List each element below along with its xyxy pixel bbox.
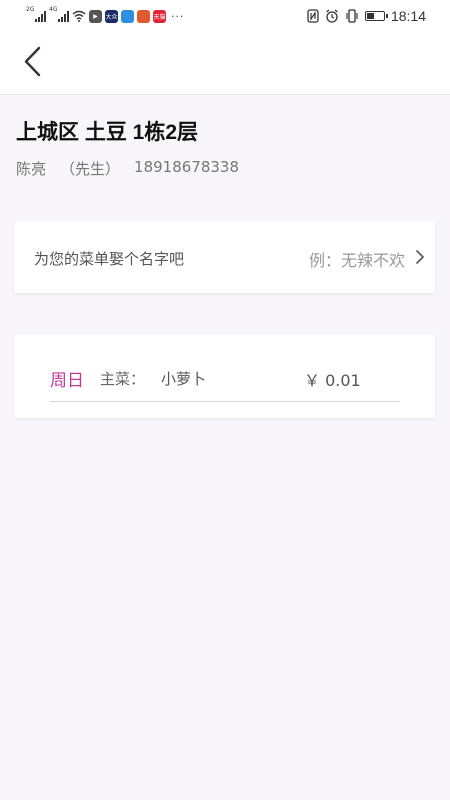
dish-type-label: 主菜：	[100, 370, 146, 388]
back-arrow-icon[interactable]	[18, 44, 48, 80]
dish-price: ￥ 0.01	[304, 371, 361, 390]
menu-name-label: 为您的菜单娶个名字吧	[34, 250, 185, 268]
wifi-icon	[72, 10, 86, 22]
status-bar: 2G 4G ▶ 大众 天猫 ··· 18:14	[0, 0, 450, 32]
status-left: 2G 4G ▶ 大众 天猫 ···	[26, 6, 185, 25]
contact-name: 陈亮	[16, 160, 47, 178]
video-app-icon: ▶	[89, 9, 102, 23]
divider	[50, 401, 400, 402]
battery-icon	[364, 11, 388, 21]
tmall-app-icon: 天猫	[153, 9, 166, 23]
status-right: 18:14	[307, 7, 426, 25]
menu-name-row[interactable]: 为您的菜单娶个名字吧 例：无辣不欢	[14, 221, 435, 293]
blue-app-icon	[121, 9, 134, 23]
nav-header	[0, 32, 450, 95]
signal-4g-icon: 4G	[49, 6, 69, 22]
vibrate-icon	[346, 9, 358, 23]
delivery-address: 上城区 土豆 1栋2层 陈亮 （先生） 18918678338	[16, 118, 436, 179]
contact-info: 陈亮 （先生） 18918678338	[16, 158, 436, 179]
colorful-app-icon	[137, 9, 150, 23]
menu-name-placeholder: 例：无辣不欢	[308, 251, 405, 270]
chevron-right-icon	[416, 250, 424, 264]
address-title: 上城区 土豆 1栋2层	[16, 121, 199, 144]
network-type-label: 4G	[49, 6, 58, 13]
dish-name: 小萝卜	[161, 370, 207, 388]
notification-app-icons: ▶ 大众 天猫	[89, 9, 166, 23]
more-notifications-icon: ···	[171, 9, 185, 23]
dazhong-app-icon: 大众	[105, 9, 118, 23]
signal-2g-icon: 2G	[26, 6, 46, 22]
network-type-label: 2G	[26, 6, 35, 13]
status-time: 18:14	[390, 8, 426, 24]
order-day: 周日	[50, 371, 84, 391]
order-card: 周日 主菜： 小萝卜 ￥ 0.01	[14, 334, 435, 418]
nfc-icon	[307, 9, 319, 23]
contact-phone: 18918678338	[134, 158, 240, 176]
alarm-icon	[326, 9, 338, 23]
contact-title: （先生）	[60, 160, 121, 178]
